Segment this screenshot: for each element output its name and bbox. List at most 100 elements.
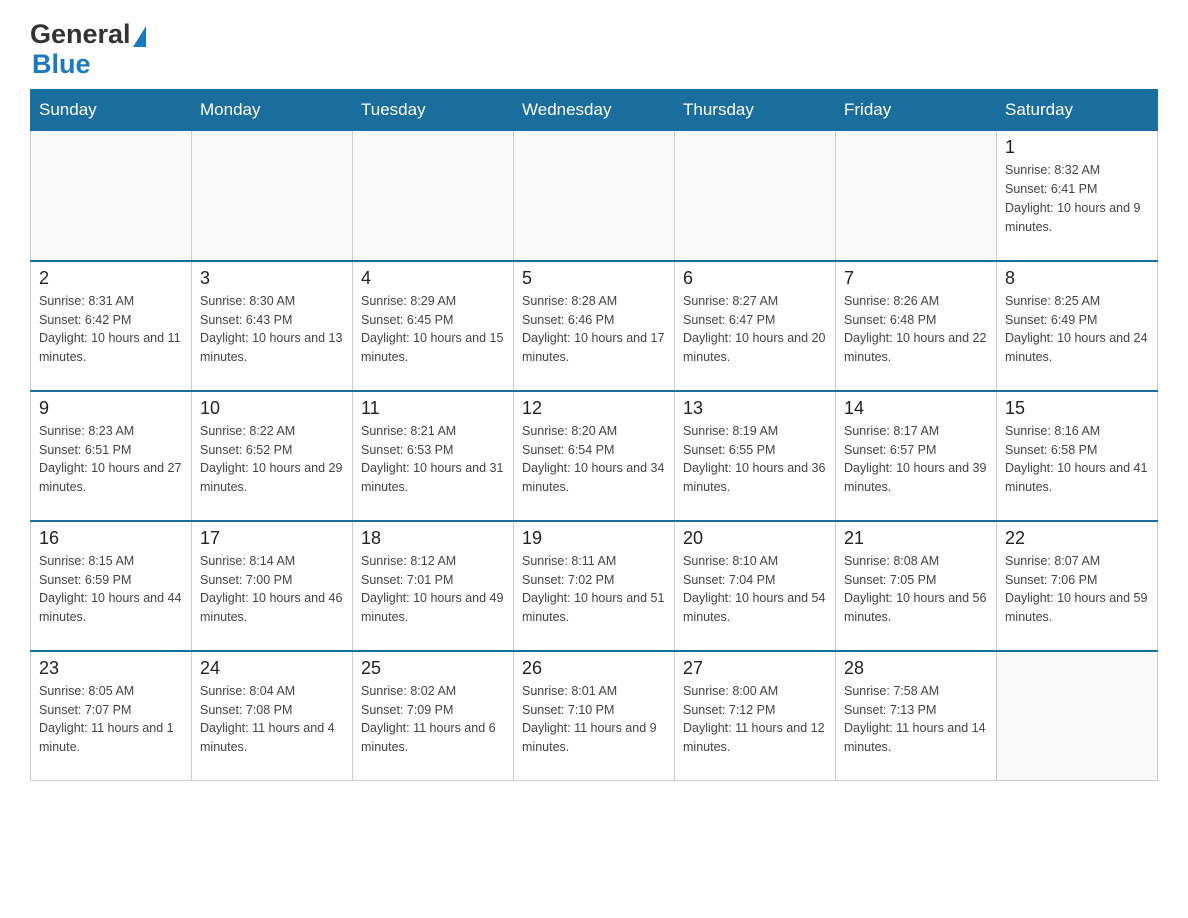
day-number: 2 xyxy=(39,268,183,289)
calendar-cell xyxy=(675,131,836,261)
calendar-cell: 14 Sunrise: 8:17 AMSunset: 6:57 PMDayligh… xyxy=(836,391,997,521)
day-info: Sunrise: 7:58 AMSunset: 7:13 PMDaylight:… xyxy=(844,682,988,757)
day-info: Sunrise: 8:08 AMSunset: 7:05 PMDaylight:… xyxy=(844,552,988,627)
calendar-cell: 28 Sunrise: 7:58 AMSunset: 7:13 PMDayligh… xyxy=(836,651,997,781)
calendar-cell: 1 Sunrise: 8:32 AMSunset: 6:41 PMDaylight… xyxy=(997,131,1158,261)
day-info: Sunrise: 8:07 AMSunset: 7:06 PMDaylight:… xyxy=(1005,552,1149,627)
day-info: Sunrise: 8:12 AMSunset: 7:01 PMDaylight:… xyxy=(361,552,505,627)
day-info: Sunrise: 8:19 AMSunset: 6:55 PMDaylight:… xyxy=(683,422,827,497)
day-info: Sunrise: 8:17 AMSunset: 6:57 PMDaylight:… xyxy=(844,422,988,497)
day-info: Sunrise: 8:11 AMSunset: 7:02 PMDaylight:… xyxy=(522,552,666,627)
day-info: Sunrise: 8:26 AMSunset: 6:48 PMDaylight:… xyxy=(844,292,988,367)
day-number: 28 xyxy=(844,658,988,679)
calendar-cell: 9Sunrise: 8:23 AMSunset: 6:51 PMDaylight… xyxy=(31,391,192,521)
calendar-cell: 12 Sunrise: 8:20 AMSunset: 6:54 PMDayligh… xyxy=(514,391,675,521)
day-info: Sunrise: 8:05 AMSunset: 7:07 PMDaylight:… xyxy=(39,682,183,757)
day-number: 1 xyxy=(1005,137,1149,158)
col-sunday: Sunday xyxy=(31,90,192,131)
calendar-cell: 17 Sunrise: 8:14 AMSunset: 7:00 PMDayligh… xyxy=(192,521,353,651)
calendar-cell: 27 Sunrise: 8:00 AMSunset: 7:12 PMDayligh… xyxy=(675,651,836,781)
calendar-cell: 23 Sunrise: 8:05 AMSunset: 7:07 PMDayligh… xyxy=(31,651,192,781)
day-number: 22 xyxy=(1005,528,1149,549)
calendar-cell: 16 Sunrise: 8:15 AMSunset: 6:59 PMDayligh… xyxy=(31,521,192,651)
calendar-cell: 6 Sunrise: 8:27 AMSunset: 6:47 PMDaylight… xyxy=(675,261,836,391)
day-number: 16 xyxy=(39,528,183,549)
day-number: 11 xyxy=(361,398,505,419)
day-info: Sunrise: 8:25 AMSunset: 6:49 PMDaylight:… xyxy=(1005,292,1149,367)
calendar-cell xyxy=(353,131,514,261)
day-info: Sunrise: 8:31 AMSunset: 6:42 PMDaylight:… xyxy=(39,292,183,367)
calendar-cell: 19 Sunrise: 8:11 AMSunset: 7:02 PMDayligh… xyxy=(514,521,675,651)
day-number: 24 xyxy=(200,658,344,679)
day-info: Sunrise: 8:22 AMSunset: 6:52 PMDaylight:… xyxy=(200,422,344,497)
calendar-cell: 3 Sunrise: 8:30 AMSunset: 6:43 PMDaylight… xyxy=(192,261,353,391)
col-thursday: Thursday xyxy=(675,90,836,131)
day-info: Sunrise: 8:01 AMSunset: 7:10 PMDaylight:… xyxy=(522,682,666,757)
day-number: 10 xyxy=(200,398,344,419)
day-number: 3 xyxy=(200,268,344,289)
calendar-cell: 7 Sunrise: 8:26 AMSunset: 6:48 PMDaylight… xyxy=(836,261,997,391)
day-number: 17 xyxy=(200,528,344,549)
calendar-cell: 13 Sunrise: 8:19 AMSunset: 6:55 PMDayligh… xyxy=(675,391,836,521)
day-number: 21 xyxy=(844,528,988,549)
calendar-cell xyxy=(514,131,675,261)
day-info: Sunrise: 8:20 AMSunset: 6:54 PMDaylight:… xyxy=(522,422,666,497)
day-number: 19 xyxy=(522,528,666,549)
calendar-cell: 10 Sunrise: 8:22 AMSunset: 6:52 PMDayligh… xyxy=(192,391,353,521)
day-info: Sunrise: 8:02 AMSunset: 7:09 PMDaylight:… xyxy=(361,682,505,757)
calendar-cell: 21 Sunrise: 8:08 AMSunset: 7:05 PMDayligh… xyxy=(836,521,997,651)
logo-blue-text: Blue xyxy=(32,49,91,79)
col-friday: Friday xyxy=(836,90,997,131)
day-number: 12 xyxy=(522,398,666,419)
day-info: Sunrise: 8:32 AMSunset: 6:41 PMDaylight:… xyxy=(1005,161,1149,236)
day-info: Sunrise: 8:16 AMSunset: 6:58 PMDaylight:… xyxy=(1005,422,1149,497)
calendar-cell: 4 Sunrise: 8:29 AMSunset: 6:45 PMDaylight… xyxy=(353,261,514,391)
calendar-cell: 11 Sunrise: 8:21 AMSunset: 6:53 PMDayligh… xyxy=(353,391,514,521)
day-number: 6 xyxy=(683,268,827,289)
day-number: 14 xyxy=(844,398,988,419)
calendar-table: Sunday Monday Tuesday Wednesday Thursday… xyxy=(30,89,1158,781)
calendar-cell: 22 Sunrise: 8:07 AMSunset: 7:06 PMDayligh… xyxy=(997,521,1158,651)
day-info: Sunrise: 8:29 AMSunset: 6:45 PMDaylight:… xyxy=(361,292,505,367)
calendar-cell: 20 Sunrise: 8:10 AMSunset: 7:04 PMDayligh… xyxy=(675,521,836,651)
day-info: Sunrise: 8:14 AMSunset: 7:00 PMDaylight:… xyxy=(200,552,344,627)
calendar-cell xyxy=(836,131,997,261)
calendar-cell: 5 Sunrise: 8:28 AMSunset: 6:46 PMDaylight… xyxy=(514,261,675,391)
day-number: 27 xyxy=(683,658,827,679)
calendar-cell: 15 Sunrise: 8:16 AMSunset: 6:58 PMDayligh… xyxy=(997,391,1158,521)
calendar-cell xyxy=(997,651,1158,781)
day-info: Sunrise: 8:28 AMSunset: 6:46 PMDaylight:… xyxy=(522,292,666,367)
day-info: Sunrise: 8:30 AMSunset: 6:43 PMDaylight:… xyxy=(200,292,344,367)
calendar-cell: 25Sunrise: 8:02 AMSunset: 7:09 PMDayligh… xyxy=(353,651,514,781)
day-info: Sunrise: 8:21 AMSunset: 6:53 PMDaylight:… xyxy=(361,422,505,497)
day-info: Sunrise: 8:04 AMSunset: 7:08 PMDaylight:… xyxy=(200,682,344,757)
calendar-body: 1 Sunrise: 8:32 AMSunset: 6:41 PMDaylight… xyxy=(31,131,1158,781)
day-info: Sunrise: 8:23 AMSunset: 6:51 PMDaylight:… xyxy=(39,422,183,497)
calendar-cell: 26Sunrise: 8:01 AMSunset: 7:10 PMDayligh… xyxy=(514,651,675,781)
calendar-cell: 24 Sunrise: 8:04 AMSunset: 7:08 PMDayligh… xyxy=(192,651,353,781)
day-number: 15 xyxy=(1005,398,1149,419)
day-number: 8 xyxy=(1005,268,1149,289)
calendar-cell xyxy=(192,131,353,261)
day-info: Sunrise: 8:10 AMSunset: 7:04 PMDaylight:… xyxy=(683,552,827,627)
calendar-cell: 2 Sunrise: 8:31 AMSunset: 6:42 PMDaylight… xyxy=(31,261,192,391)
day-number: 20 xyxy=(683,528,827,549)
logo: General Blue xyxy=(30,20,146,79)
col-wednesday: Wednesday xyxy=(514,90,675,131)
day-number: 18 xyxy=(361,528,505,549)
calendar-cell: 18 Sunrise: 8:12 AMSunset: 7:01 PMDayligh… xyxy=(353,521,514,651)
day-number: 23 xyxy=(39,658,183,679)
logo-triangle-icon xyxy=(133,26,146,47)
day-number: 4 xyxy=(361,268,505,289)
day-number: 7 xyxy=(844,268,988,289)
day-info: Sunrise: 8:00 AMSunset: 7:12 PMDaylight:… xyxy=(683,682,827,757)
col-tuesday: Tuesday xyxy=(353,90,514,131)
day-info: Sunrise: 8:15 AMSunset: 6:59 PMDaylight:… xyxy=(39,552,183,627)
day-info: Sunrise: 8:27 AMSunset: 6:47 PMDaylight:… xyxy=(683,292,827,367)
calendar-cell xyxy=(31,131,192,261)
day-number: 5 xyxy=(522,268,666,289)
day-number: 13 xyxy=(683,398,827,419)
calendar-header: Sunday Monday Tuesday Wednesday Thursday… xyxy=(31,90,1158,131)
logo-general-text: General xyxy=(30,20,131,50)
col-saturday: Saturday xyxy=(997,90,1158,131)
